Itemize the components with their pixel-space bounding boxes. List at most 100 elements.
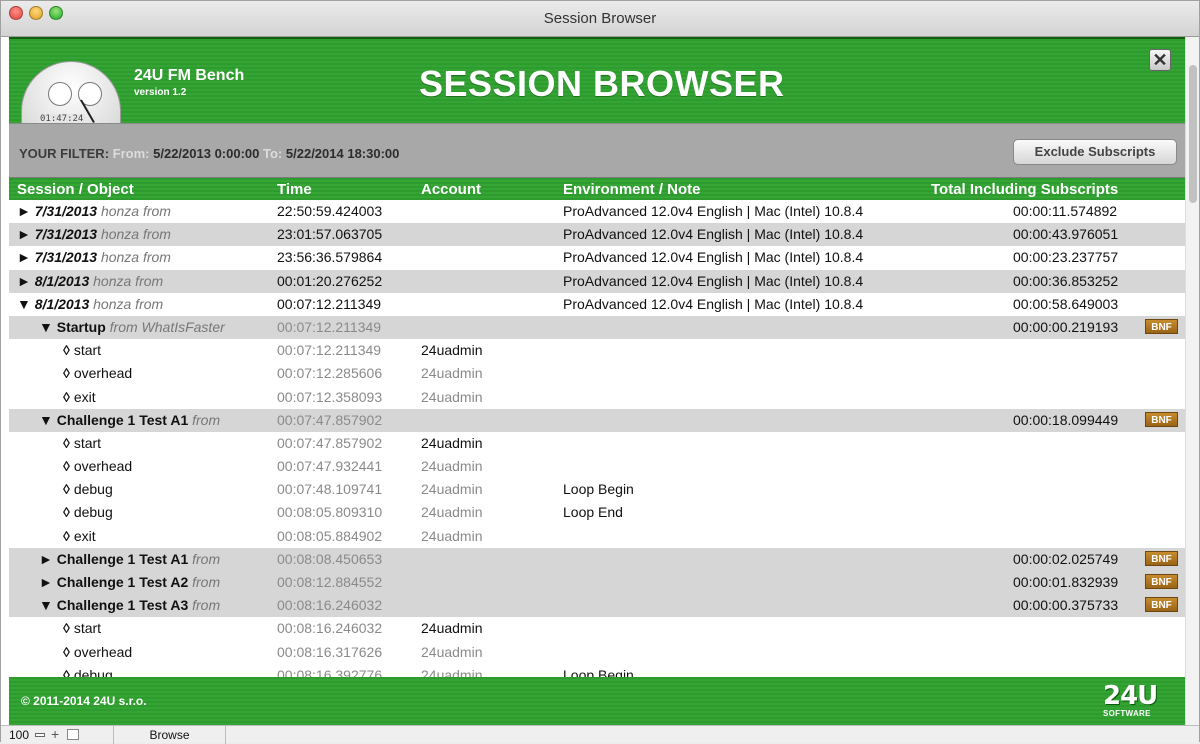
table-row[interactable]: ◊ exit 00:07:12.358093 24uadmin (9, 386, 1185, 409)
row-environment: ProAdvanced 12.0v4 English | Mac (Intel)… (563, 249, 864, 266)
table-row[interactable]: ◊ debug 00:07:48.109741 24uadmin Loop Begin (9, 478, 1185, 501)
mode-indicator[interactable]: Browse (113, 726, 226, 744)
row-time: 00:07:12.211349 (277, 295, 382, 312)
table-row[interactable]: ◊ start 00:08:16.246032 24uadmin (9, 617, 1185, 640)
disclosure-collapsed-icon[interactable]: ► (17, 273, 31, 289)
row-total: 00:00:43.976051 (1013, 226, 1119, 243)
layout-content: 01:47:24 24U FM Bench version 1.2 SESSIO… (9, 37, 1185, 725)
filter-to-value[interactable]: 5/22/2014 18:30:00 (286, 146, 399, 161)
table-row[interactable]: ◊ start 00:07:12.211349 24uadmin (9, 339, 1185, 362)
table-row[interactable]: ▼ Startup from WhatIsFaster 00:07:12.2113… (9, 315, 1185, 340)
table-row[interactable]: ► 8/1/2013 honza from 00:01:20.276252 ProA… (9, 269, 1185, 293)
table-row[interactable]: ▼ Challenge 1 Test A1 from 00:07:47.85790… (9, 408, 1185, 432)
row-time: 00:07:47.932441 (277, 458, 383, 475)
bnf-badge[interactable]: BNF (1145, 318, 1178, 334)
disclosure-collapsed-icon[interactable]: ► (39, 574, 53, 590)
row-name[interactable]: ◊ overhead (63, 365, 132, 381)
row-name[interactable]: ▼ 8/1/2013 honza from (17, 296, 163, 312)
row-name[interactable]: ◊ exit (63, 528, 96, 544)
row-time: 00:08:16.317626 (277, 643, 383, 660)
disclosure-expanded-icon[interactable]: ▼ (17, 296, 31, 312)
row-name[interactable]: ▼ Challenge 1 Test A1 from (39, 412, 220, 428)
table-row[interactable]: ► Challenge 1 Test A2 from 00:08:12.88455… (9, 571, 1185, 595)
table-row[interactable]: ◊ exit 00:08:05.884902 24uadmin (9, 525, 1185, 548)
column-header-row: Session / Object Time Account Environmen… (9, 178, 1185, 200)
company-logo: 24U SOFTWARE (1095, 681, 1177, 719)
row-name[interactable]: ◊ debug (63, 481, 113, 497)
dial-left-icon (48, 82, 72, 106)
row-name[interactable]: ► 7/31/2013 honza from (17, 226, 171, 242)
row-name[interactable]: ▼ Startup from WhatIsFaster (39, 319, 225, 335)
disclosure-expanded-icon[interactable]: ▼ (39, 597, 53, 613)
row-name[interactable]: ◊ debug (63, 504, 113, 520)
table-row[interactable]: ► 7/31/2013 honza from 22:50:59.424003 Pro… (9, 200, 1185, 223)
scrollbar-thumb[interactable] (1189, 65, 1197, 203)
filter-bar: YOUR FILTER: From: 5/22/2013 0:00:00 To:… (9, 123, 1185, 178)
row-from: from WhatIsFaster (109, 318, 225, 335)
row-time: 00:08:16.246032 (277, 620, 383, 637)
disclosure-collapsed-icon[interactable]: ► (39, 551, 53, 567)
disclosure-collapsed-icon[interactable]: ► (17, 226, 31, 242)
row-environment: Loop Begin (563, 481, 634, 498)
logo-software: SOFTWARE (1103, 709, 1151, 718)
table-row[interactable]: ◊ start 00:07:47.857902 24uadmin (9, 432, 1185, 455)
object-diamond-icon: ◊ (63, 527, 70, 544)
bnf-badge[interactable]: BNF (1145, 550, 1178, 566)
row-from: from (192, 550, 221, 567)
row-account: 24uadmin (421, 365, 483, 382)
row-name[interactable]: ► 8/1/2013 honza from (17, 273, 163, 289)
filter-from-label: From: (112, 146, 150, 161)
zoom-in-icon[interactable]: + (51, 727, 59, 741)
column-header-time[interactable]: Time (277, 181, 312, 198)
row-label: Challenge 1 Test A3 (56, 597, 189, 614)
row-name[interactable]: ◊ start (63, 435, 101, 451)
row-name[interactable]: ► 7/31/2013 honza from (17, 249, 171, 265)
row-label: overhead (73, 458, 133, 475)
row-name[interactable]: ◊ exit (63, 389, 96, 405)
bnf-badge[interactable]: BNF (1145, 411, 1178, 427)
column-header-total[interactable]: Total Including Subscripts (931, 181, 1118, 198)
table-row[interactable]: ◊ overhead 00:07:12.285606 24uadmin (9, 362, 1185, 385)
exclude-subscripts-button[interactable]: Exclude Subscripts (1013, 139, 1177, 165)
table-row[interactable]: ► 7/31/2013 honza from 23:56:36.579864 Pro… (9, 246, 1185, 269)
row-name[interactable]: ► Challenge 1 Test A2 from (39, 574, 220, 590)
table-row[interactable]: ◊ overhead 00:08:16.317626 24uadmin (9, 641, 1185, 664)
row-time: 00:07:12.285606 (277, 365, 383, 382)
row-name[interactable]: ► Challenge 1 Test A1 from (39, 551, 220, 567)
row-account: 24uadmin (421, 481, 483, 498)
column-header-environment[interactable]: Environment / Note (563, 181, 701, 198)
table-row[interactable]: ▼ Challenge 1 Test A3 from 00:08:16.24603… (9, 594, 1185, 618)
view-toggle-icon[interactable] (67, 729, 79, 740)
row-name[interactable]: ◊ overhead (63, 458, 132, 474)
row-from: honza from (100, 203, 171, 219)
row-name[interactable]: ◊ start (63, 620, 101, 636)
row-time: 00:08:12.884552 (277, 574, 383, 590)
vertical-scrollbar[interactable] (1185, 37, 1199, 725)
row-name[interactable]: ► 7/31/2013 honza from (17, 203, 171, 219)
row-total: 00:00:58.649003 (1013, 295, 1119, 312)
bnf-badge[interactable]: BNF (1145, 597, 1178, 613)
column-header-account[interactable]: Account (421, 181, 481, 198)
zoom-level[interactable]: 100 (9, 728, 29, 742)
row-time: 00:08:16.246032 (277, 597, 383, 614)
table-row[interactable]: ◊ overhead 00:07:47.932441 24uadmin (9, 455, 1185, 478)
disclosure-collapsed-icon[interactable]: ► (17, 203, 31, 219)
row-environment: ProAdvanced 12.0v4 English | Mac (Intel)… (563, 226, 864, 243)
zoom-out-icon[interactable] (35, 733, 45, 737)
row-name[interactable]: ◊ overhead (63, 644, 132, 660)
table-row[interactable]: ▼ 8/1/2013 honza from 00:07:12.211349 ProA… (9, 293, 1185, 316)
table-row[interactable]: ► Challenge 1 Test A1 from 00:08:08.45065… (9, 547, 1185, 571)
disclosure-collapsed-icon[interactable]: ► (17, 249, 31, 265)
bnf-badge[interactable]: BNF (1145, 574, 1178, 589)
disclosure-expanded-icon[interactable]: ▼ (39, 412, 53, 428)
row-name[interactable]: ▼ Challenge 1 Test A3 from (39, 597, 220, 613)
column-header-session[interactable]: Session / Object (17, 181, 134, 198)
table-row[interactable]: ◊ debug 00:08:16.392776 24uadmin Loop Begin (9, 664, 1185, 678)
disclosure-expanded-icon[interactable]: ▼ (39, 319, 53, 335)
table-row[interactable]: ► 7/31/2013 honza from 23:01:57.063705 Pro… (9, 223, 1185, 247)
close-button[interactable]: ✕ (1149, 49, 1171, 71)
filter-from-value[interactable]: 5/22/2013 0:00:00 (153, 146, 259, 161)
row-environment: ProAdvanced 12.0v4 English | Mac (Intel)… (563, 295, 864, 312)
table-row[interactable]: ◊ debug 00:08:05.809310 24uadmin Loop End (9, 501, 1185, 524)
row-name[interactable]: ◊ start (63, 342, 101, 358)
